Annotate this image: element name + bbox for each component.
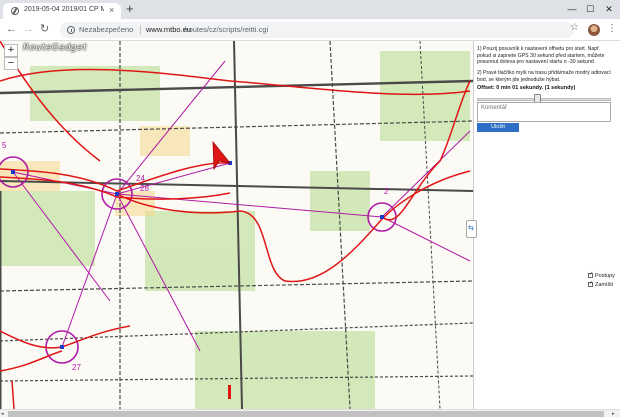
orienteering-map[interactable]: 5 24 28 2 27 + − RouteGadget [0, 41, 473, 409]
scroll-right-icon[interactable]: ▸ [612, 410, 615, 417]
tab-strip: 2019-05-04 2019/01 ČP MTBO · × + — ☐ ✕ [0, 0, 620, 19]
panel-toggle-button[interactable]: ⇆ [466, 220, 477, 238]
scrollbar-thumb[interactable] [8, 411, 604, 417]
url-path[interactable]: /routes/cz/scripts/reitti.cgi [184, 25, 268, 34]
close-tab-icon[interactable]: × [109, 5, 114, 16]
map-canvas[interactable]: 5 24 28 2 27 [0, 41, 473, 409]
control-label-24: 24 [136, 174, 145, 183]
horizontal-scrollbar[interactable]: ◂ ▸ [0, 409, 620, 417]
back-button[interactable]: ← [6, 23, 17, 36]
control-label-5: 5 [2, 141, 7, 150]
info-icon[interactable] [67, 26, 75, 34]
checkbox-check-icon[interactable] [588, 280, 593, 287]
zoom-in-button[interactable]: + [4, 44, 18, 57]
minimize-button[interactable]: — [565, 3, 579, 15]
bookmark-star-icon[interactable]: ☆ [570, 22, 579, 34]
forward-button[interactable]: → [23, 23, 34, 36]
new-tab-button[interactable]: + [126, 2, 134, 16]
profile-avatar[interactable] [588, 24, 600, 36]
settings-panel: 1) Pouzij posuvník k nastavení offsetu p… [473, 41, 620, 409]
offset-label: Offset: 0 min 01 sekundy. (1 sekundy) [477, 85, 576, 91]
checkbox-zamisti-label: Zamíšti [595, 282, 614, 288]
instruction-offset: 1) Pouzij posuvník k nastavení offsetu p… [477, 46, 605, 65]
reload-button[interactable]: ↻ [40, 23, 49, 36]
maximize-button[interactable]: ☐ [583, 3, 597, 15]
comment-input[interactable] [477, 102, 611, 122]
zoom-out-button[interactable]: − [4, 57, 18, 70]
control-label-2: 2 [384, 187, 389, 196]
checkbox-postupy-label: Postupy [595, 273, 615, 279]
address-bar[interactable]: Nezabezpečeno www.mtbo.eu /routes/cz/scr… [60, 22, 574, 38]
tab-title: 2019-05-04 2019/01 ČP MTBO · [24, 6, 104, 13]
routegadget-logo: RouteGadget [23, 43, 87, 53]
save-button[interactable]: Uložit [477, 123, 519, 132]
instruction-right-click: 2) Pravé tlačítko myši na trasu přidá/ma… [477, 70, 611, 83]
scroll-left-icon[interactable]: ◂ [1, 410, 4, 417]
checkbox-check-icon[interactable] [588, 271, 593, 278]
swap-arrows-icon: ⇆ [468, 225, 474, 232]
tab-active[interactable]: 2019-05-04 2019/01 ČP MTBO · × [3, 3, 121, 19]
control-label-28: 28 [140, 184, 149, 193]
finish-marker [228, 385, 231, 399]
url-separator [140, 25, 141, 35]
offset-slider-track[interactable] [477, 98, 611, 101]
window-close-button[interactable]: ✕ [602, 3, 616, 15]
security-indicator[interactable]: Nezabezpečeno [79, 25, 133, 34]
globe-icon [11, 7, 19, 15]
browser-menu-icon[interactable]: ⋮ [607, 23, 617, 35]
browser-toolbar: ← → ↻ Nezabezpečeno www.mtbo.eu /routes/… [0, 19, 620, 41]
control-label-27: 27 [72, 363, 81, 372]
checkbox-zamisti[interactable]: Zamíšti [588, 280, 614, 288]
checkbox-postupy[interactable]: Postupy [588, 271, 615, 279]
